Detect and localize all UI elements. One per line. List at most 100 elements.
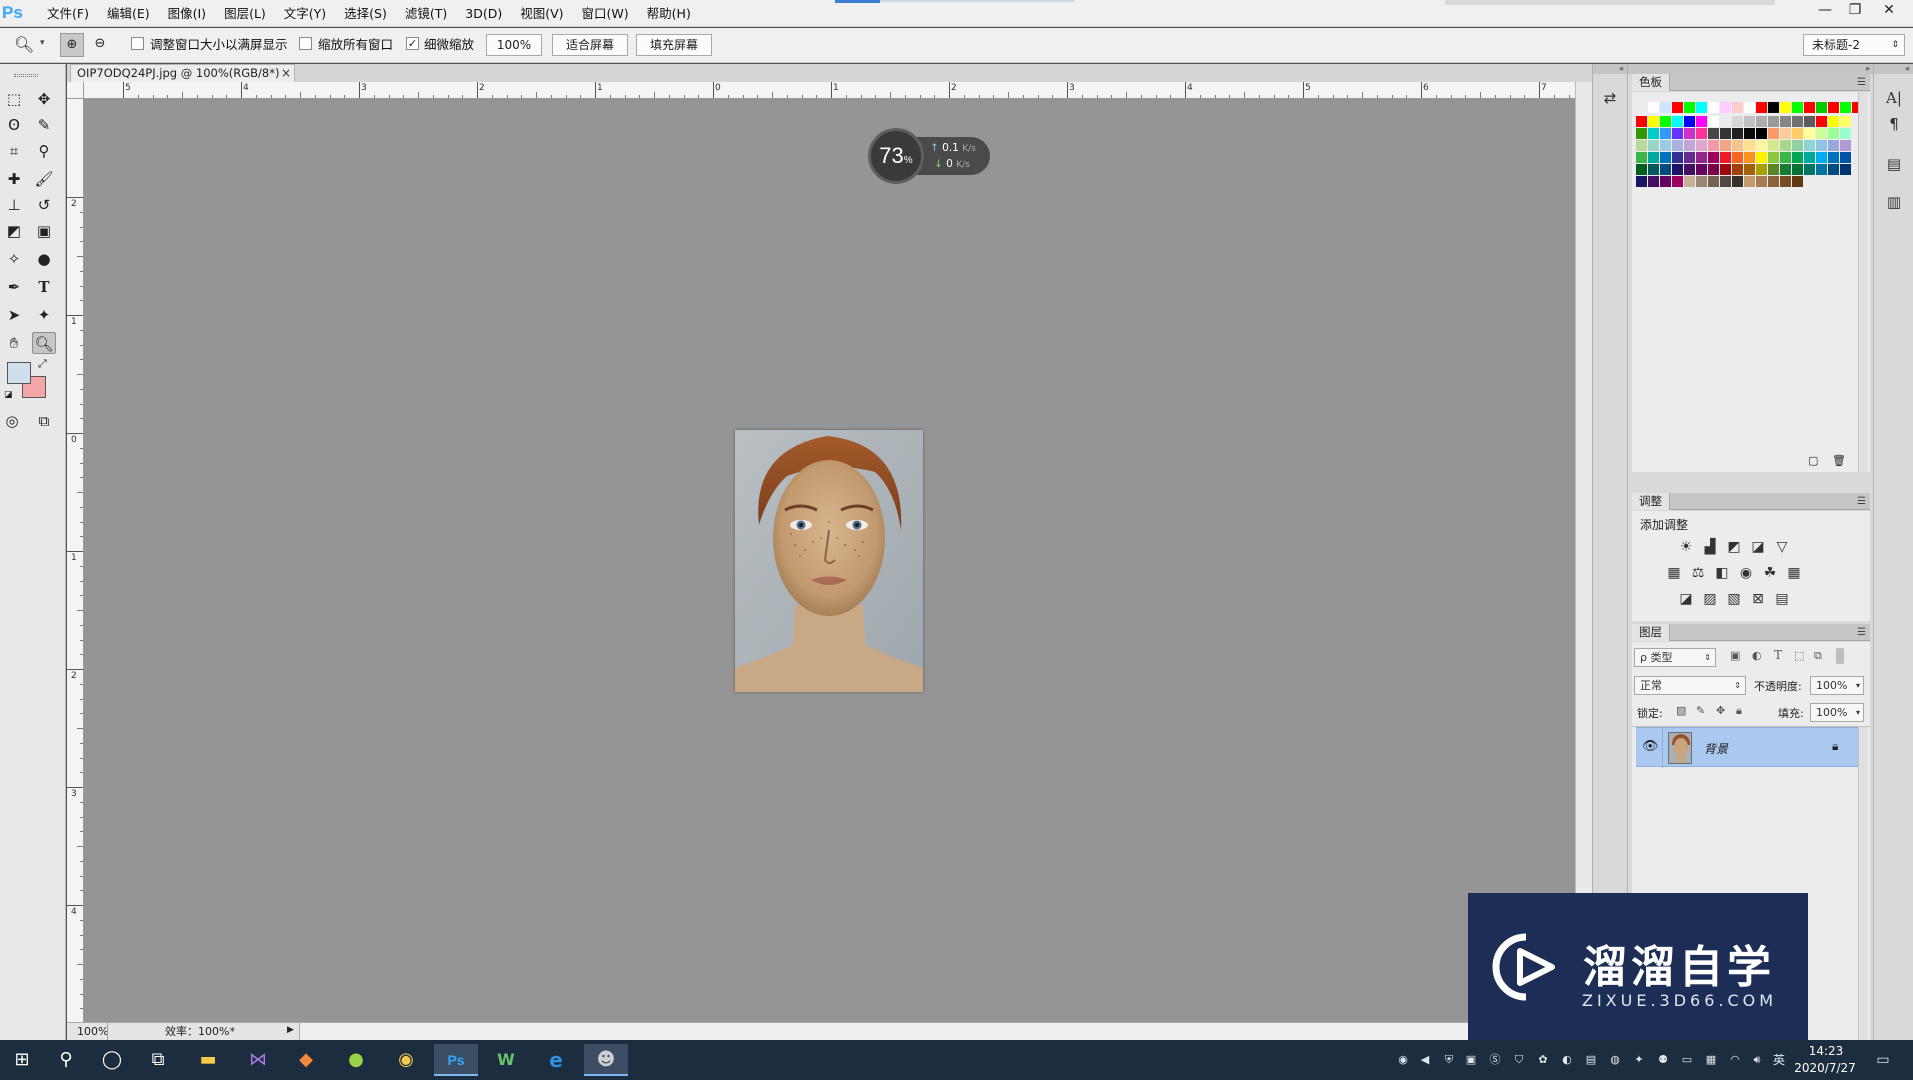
color-swatch[interactable] bbox=[1684, 164, 1695, 175]
layers-tab[interactable]: 图层 bbox=[1632, 624, 1670, 641]
screen-mode-icon[interactable]: ⧉ bbox=[32, 410, 56, 432]
tray-app-icon[interactable]: ◀ bbox=[1416, 1050, 1434, 1070]
wifi-icon[interactable]: ◠ bbox=[1726, 1050, 1744, 1070]
horizontal-scrollbar[interactable] bbox=[299, 1023, 1589, 1040]
document-image[interactable] bbox=[735, 430, 923, 692]
layer-row-background[interactable]: 👁︎ 背景 🔒︎ bbox=[1636, 727, 1862, 768]
layers-scrollbar[interactable] bbox=[1858, 727, 1868, 1040]
blur-tool-icon[interactable]: ✧ bbox=[2, 248, 26, 270]
color-swatch[interactable] bbox=[1840, 152, 1851, 163]
color-swatch[interactable] bbox=[1816, 152, 1827, 163]
vibrance-icon[interactable]: ▽ bbox=[1772, 537, 1792, 557]
quick-mask-icon[interactable]: ◎ bbox=[0, 410, 24, 432]
color-swatch[interactable] bbox=[1732, 102, 1743, 113]
tool-preset-chevron-icon[interactable]: ▾ bbox=[40, 38, 45, 48]
color-swatch[interactable] bbox=[1828, 164, 1839, 175]
color-swatch[interactable] bbox=[1828, 102, 1839, 113]
tray-app-icon[interactable]: ▭ bbox=[1678, 1050, 1696, 1070]
marquee-tool-icon[interactable]: ⬚ bbox=[2, 88, 26, 110]
menu-item[interactable]: 文字(Y) bbox=[275, 0, 335, 27]
channel-mixer-icon[interactable]: ☘ bbox=[1760, 563, 1780, 583]
color-swatch[interactable] bbox=[1756, 116, 1767, 127]
color-swatch[interactable] bbox=[1720, 152, 1731, 163]
color-swatch[interactable] bbox=[1708, 128, 1719, 139]
color-swatch[interactable] bbox=[1756, 140, 1767, 151]
color-swatch[interactable] bbox=[1720, 102, 1731, 113]
lock-all-icon[interactable]: 🔒︎ bbox=[1736, 704, 1742, 718]
color-swatch[interactable] bbox=[1804, 140, 1815, 151]
collapse-arrows-icon[interactable]: « bbox=[1593, 64, 1628, 74]
color-swatch[interactable] bbox=[1696, 128, 1707, 139]
color-swatch[interactable] bbox=[1768, 164, 1779, 175]
document-tab[interactable]: OIP7ODQ24PJ.jpg @ 100%(RGB/8*) bbox=[70, 64, 295, 82]
status-zoom[interactable]: 100% bbox=[77, 1024, 108, 1040]
layer-lock-icon[interactable]: 🔒︎ bbox=[1832, 739, 1838, 754]
color-swatch[interactable] bbox=[1696, 102, 1707, 113]
color-swatch[interactable] bbox=[1744, 102, 1755, 113]
color-swatch[interactable] bbox=[1744, 116, 1755, 127]
color-swatch[interactable] bbox=[1756, 164, 1767, 175]
color-swatch[interactable] bbox=[1768, 140, 1779, 151]
color-swatch[interactable] bbox=[1768, 102, 1779, 113]
tray-app-icon[interactable]: ▣ bbox=[1462, 1050, 1480, 1070]
color-swatch[interactable] bbox=[1696, 140, 1707, 151]
color-swatch[interactable] bbox=[1648, 128, 1659, 139]
color-lookup-icon[interactable]: ▦ bbox=[1784, 563, 1804, 583]
color-swatch[interactable] bbox=[1840, 140, 1851, 151]
close-window-button[interactable]: ✕ bbox=[1874, 0, 1904, 20]
tray-app-icon[interactable]: ◍ bbox=[1606, 1050, 1624, 1070]
color-swatch[interactable] bbox=[1720, 176, 1731, 187]
eraser-tool-icon[interactable]: ◩ bbox=[2, 220, 26, 242]
color-swatch[interactable] bbox=[1756, 102, 1767, 113]
photoshop-taskbar-icon[interactable]: Ps bbox=[434, 1044, 478, 1076]
color-swatch[interactable] bbox=[1696, 152, 1707, 163]
color-swatch[interactable] bbox=[1780, 140, 1791, 151]
toolbar-grip[interactable] bbox=[14, 74, 38, 77]
history-brush-tool-icon[interactable]: ↺ bbox=[32, 194, 56, 216]
color-swatch[interactable] bbox=[1792, 140, 1803, 151]
menu-item[interactable]: 帮助(H) bbox=[638, 0, 700, 27]
layer-name[interactable]: 背景 bbox=[1704, 740, 1728, 757]
adjustment-filter-icon[interactable]: ◐ bbox=[1752, 649, 1762, 662]
tray-shield-icon[interactable]: ⛉ bbox=[1510, 1050, 1528, 1070]
panel-menu-icon[interactable]: ☰ bbox=[1857, 624, 1866, 641]
gradient-map-icon[interactable]: ▤ bbox=[1772, 589, 1792, 609]
shape-filter-icon[interactable]: ⬚ bbox=[1794, 649, 1804, 662]
color-swatch[interactable] bbox=[1780, 152, 1791, 163]
tray-app-icon[interactable]: ⛨ bbox=[1440, 1050, 1458, 1070]
color-swatch[interactable] bbox=[1672, 152, 1683, 163]
menu-item[interactable]: 3D(D) bbox=[456, 0, 511, 27]
hue-saturation-icon[interactable]: ▦ bbox=[1664, 563, 1684, 583]
color-swatch[interactable] bbox=[1732, 152, 1743, 163]
tray-app-icon[interactable]: ▤ bbox=[1582, 1050, 1600, 1070]
eyedropper-tool-icon[interactable]: ⚲ bbox=[32, 140, 56, 162]
lasso-tool-icon[interactable]: ʘ bbox=[2, 114, 26, 136]
color-swatch[interactable] bbox=[1828, 140, 1839, 151]
color-swatch[interactable] bbox=[1792, 128, 1803, 139]
trash-icon[interactable]: 🗑︎ bbox=[1832, 454, 1846, 467]
color-swatch[interactable] bbox=[1636, 128, 1647, 139]
move-tool-icon[interactable]: ✥ bbox=[32, 88, 56, 110]
color-swatch[interactable] bbox=[1804, 128, 1815, 139]
tray-app-icon[interactable]: ◐ bbox=[1558, 1050, 1576, 1070]
swap-colors-icon[interactable]: ⤢ bbox=[38, 357, 47, 371]
vertical-scrollbar[interactable] bbox=[1575, 82, 1592, 1022]
color-swatch[interactable] bbox=[1768, 116, 1779, 127]
color-swatch[interactable] bbox=[1648, 152, 1659, 163]
lock-pixels-icon[interactable]: ✎ bbox=[1696, 704, 1705, 717]
color-swatch[interactable] bbox=[1732, 176, 1743, 187]
eye-visibility-icon[interactable]: 👁︎ bbox=[1642, 739, 1659, 754]
tray-app-icon[interactable]: Ⓢ bbox=[1486, 1050, 1504, 1070]
fill-screen-button[interactable]: 填充屏幕 bbox=[636, 34, 712, 56]
zoom-in-icon[interactable]: ⊕ bbox=[60, 33, 84, 57]
selective-color-icon[interactable]: ⊠ bbox=[1748, 589, 1768, 609]
color-swatch[interactable] bbox=[1672, 164, 1683, 175]
zoom-out-icon[interactable]: ⊖ bbox=[88, 33, 112, 57]
notification-center-icon[interactable]: ▭ bbox=[1874, 1050, 1892, 1070]
curves-icon[interactable]: ◩ bbox=[1724, 537, 1744, 557]
chrome-icon[interactable]: ◉ bbox=[384, 1044, 428, 1076]
color-swatch[interactable] bbox=[1780, 128, 1791, 139]
color-swatch[interactable] bbox=[1816, 128, 1827, 139]
color-swatch[interactable] bbox=[1660, 164, 1671, 175]
color-swatch[interactable] bbox=[1636, 164, 1647, 175]
